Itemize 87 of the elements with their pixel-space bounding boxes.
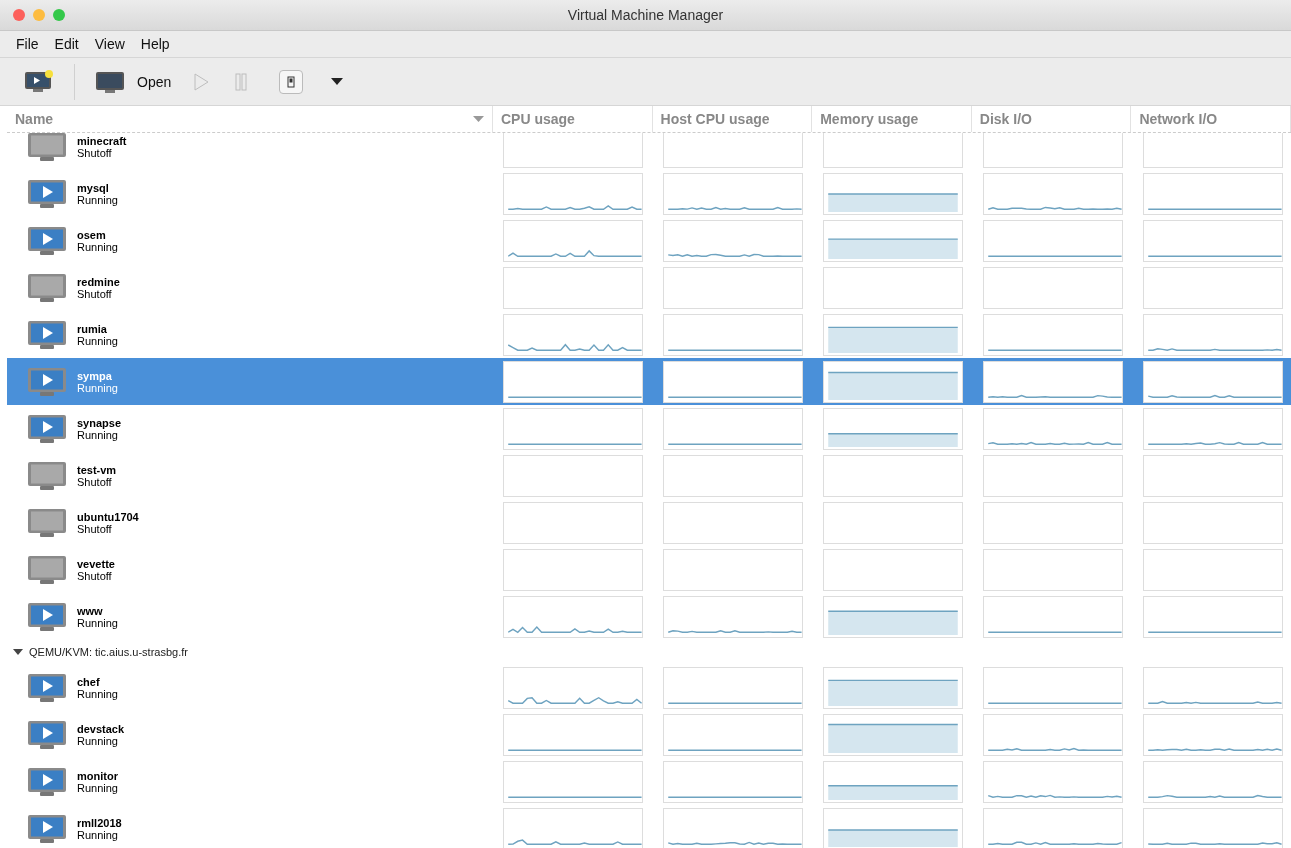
monitor-icon	[27, 133, 67, 162]
column-header[interactable]: Name	[7, 106, 493, 132]
vm-row[interactable]: minecraft Shutoff	[7, 133, 1291, 170]
vm-status: Running	[77, 734, 119, 747]
window-title: Virtual Machine Manager	[567, 7, 724, 23]
vm-row[interactable]: rmll2018 Running	[7, 805, 1291, 848]
vm-row[interactable]: www Running	[7, 593, 1291, 640]
column-title: Disk I/O	[979, 111, 1032, 127]
vm-name: devstack	[77, 722, 125, 735]
vm-status: Shutoff	[77, 146, 113, 159]
vm-status: Shutoff	[77, 475, 113, 488]
menu-item[interactable]: Help	[132, 36, 178, 52]
monitor-icon	[27, 507, 67, 538]
vm-row[interactable]: synapse Running	[7, 405, 1291, 452]
vm-name: rmll2018	[77, 816, 122, 829]
open-button[interactable]: Open	[89, 64, 178, 99]
menu-item[interactable]: Edit	[46, 36, 87, 52]
vm-name: osem	[77, 228, 107, 241]
vm-name: rumia	[77, 322, 108, 335]
vm-name: monitor	[77, 769, 118, 782]
vm-status: Running	[77, 193, 118, 206]
monitor-icon	[27, 413, 67, 444]
column-header[interactable]: CPU usage	[493, 106, 653, 132]
monitor-icon	[27, 460, 67, 491]
vm-row[interactable]: chef Running	[7, 664, 1291, 711]
vm-row[interactable]: osem Running	[7, 217, 1291, 264]
vm-row[interactable]: monitor Running	[7, 758, 1291, 805]
monitor-icon	[27, 813, 67, 844]
vm-name: redmine	[77, 275, 120, 288]
vm-status: Running	[77, 334, 118, 347]
vm-status: Running	[77, 616, 118, 629]
vm-status: Running	[77, 381, 118, 394]
vm-name: mysql	[77, 181, 110, 194]
vm-status: Running	[77, 828, 119, 841]
vm-row[interactable]: devstack Running	[7, 711, 1291, 758]
vm-status: Running	[77, 240, 118, 253]
caret-icon	[331, 77, 344, 86]
column-title: Memory usage	[820, 111, 919, 127]
vm-status: Shutoff	[77, 522, 113, 535]
power-switch-icon	[287, 75, 296, 88]
vm-status: Running	[77, 687, 118, 700]
monitor-icon	[27, 601, 67, 632]
caret-icon	[473, 115, 484, 123]
column-title: Network I/O	[1139, 111, 1218, 127]
vm-name: chef	[77, 675, 101, 688]
monitor-icon	[27, 766, 67, 797]
vm-status: Running	[77, 781, 118, 794]
vm-row[interactable]: redmine Shutoff	[7, 264, 1291, 311]
monitor-icon	[27, 178, 67, 209]
vm-row[interactable]: rumia Running	[7, 311, 1291, 358]
column-title: Name	[15, 111, 54, 127]
close-button[interactable]	[13, 9, 25, 21]
monitor-icon	[27, 319, 67, 350]
column-header[interactable]: Network I/O	[1131, 106, 1291, 132]
monitor-icon	[27, 672, 67, 703]
vm-status: Shutoff	[77, 287, 113, 300]
triangle-down-icon[interactable]	[13, 648, 23, 656]
vm-row[interactable]: ubuntu1704 Shutoff	[7, 499, 1291, 546]
monitor-icon	[27, 272, 67, 303]
vm-name: test-vm	[77, 463, 117, 476]
menu-item[interactable]: View	[86, 36, 133, 52]
vm-name: www	[77, 604, 104, 617]
minimize-button[interactable]	[33, 9, 45, 21]
vm-name: ubuntu1704	[77, 510, 139, 523]
vm-name: sympa	[77, 369, 113, 382]
monitor-icon	[27, 719, 67, 750]
vm-name: synapse	[77, 416, 122, 429]
column-title: CPU usage	[501, 111, 575, 127]
monitor-icon	[27, 366, 67, 397]
vm-name: vevette	[77, 557, 115, 570]
monitor-icon	[27, 225, 67, 256]
vm-row[interactable]: test-vm Shutoff	[7, 452, 1291, 499]
menu-item[interactable]: File	[8, 36, 47, 52]
column-header[interactable]: Memory usage	[812, 106, 972, 132]
column-header[interactable]: Disk I/O	[971, 106, 1132, 132]
shutdown-button[interactable]	[279, 69, 304, 94]
vm-name: minecraft	[77, 134, 127, 147]
vm-status: Running	[77, 428, 118, 441]
vm-row[interactable]: mysql Running	[7, 170, 1291, 217]
monitor-icon	[27, 554, 67, 585]
vm-status: Shutoff	[77, 569, 113, 582]
connection-label: QEMU/KVM: tic.aius.u-strasbg.fr	[29, 646, 188, 658]
maximize-button[interactable]	[53, 9, 65, 21]
column-header[interactable]: Host CPU usage	[652, 106, 813, 132]
monitor-star-icon	[24, 68, 54, 95]
column-title: Host CPU usage	[660, 111, 770, 127]
vm-row[interactable]: vevette Shutoff	[7, 546, 1291, 593]
